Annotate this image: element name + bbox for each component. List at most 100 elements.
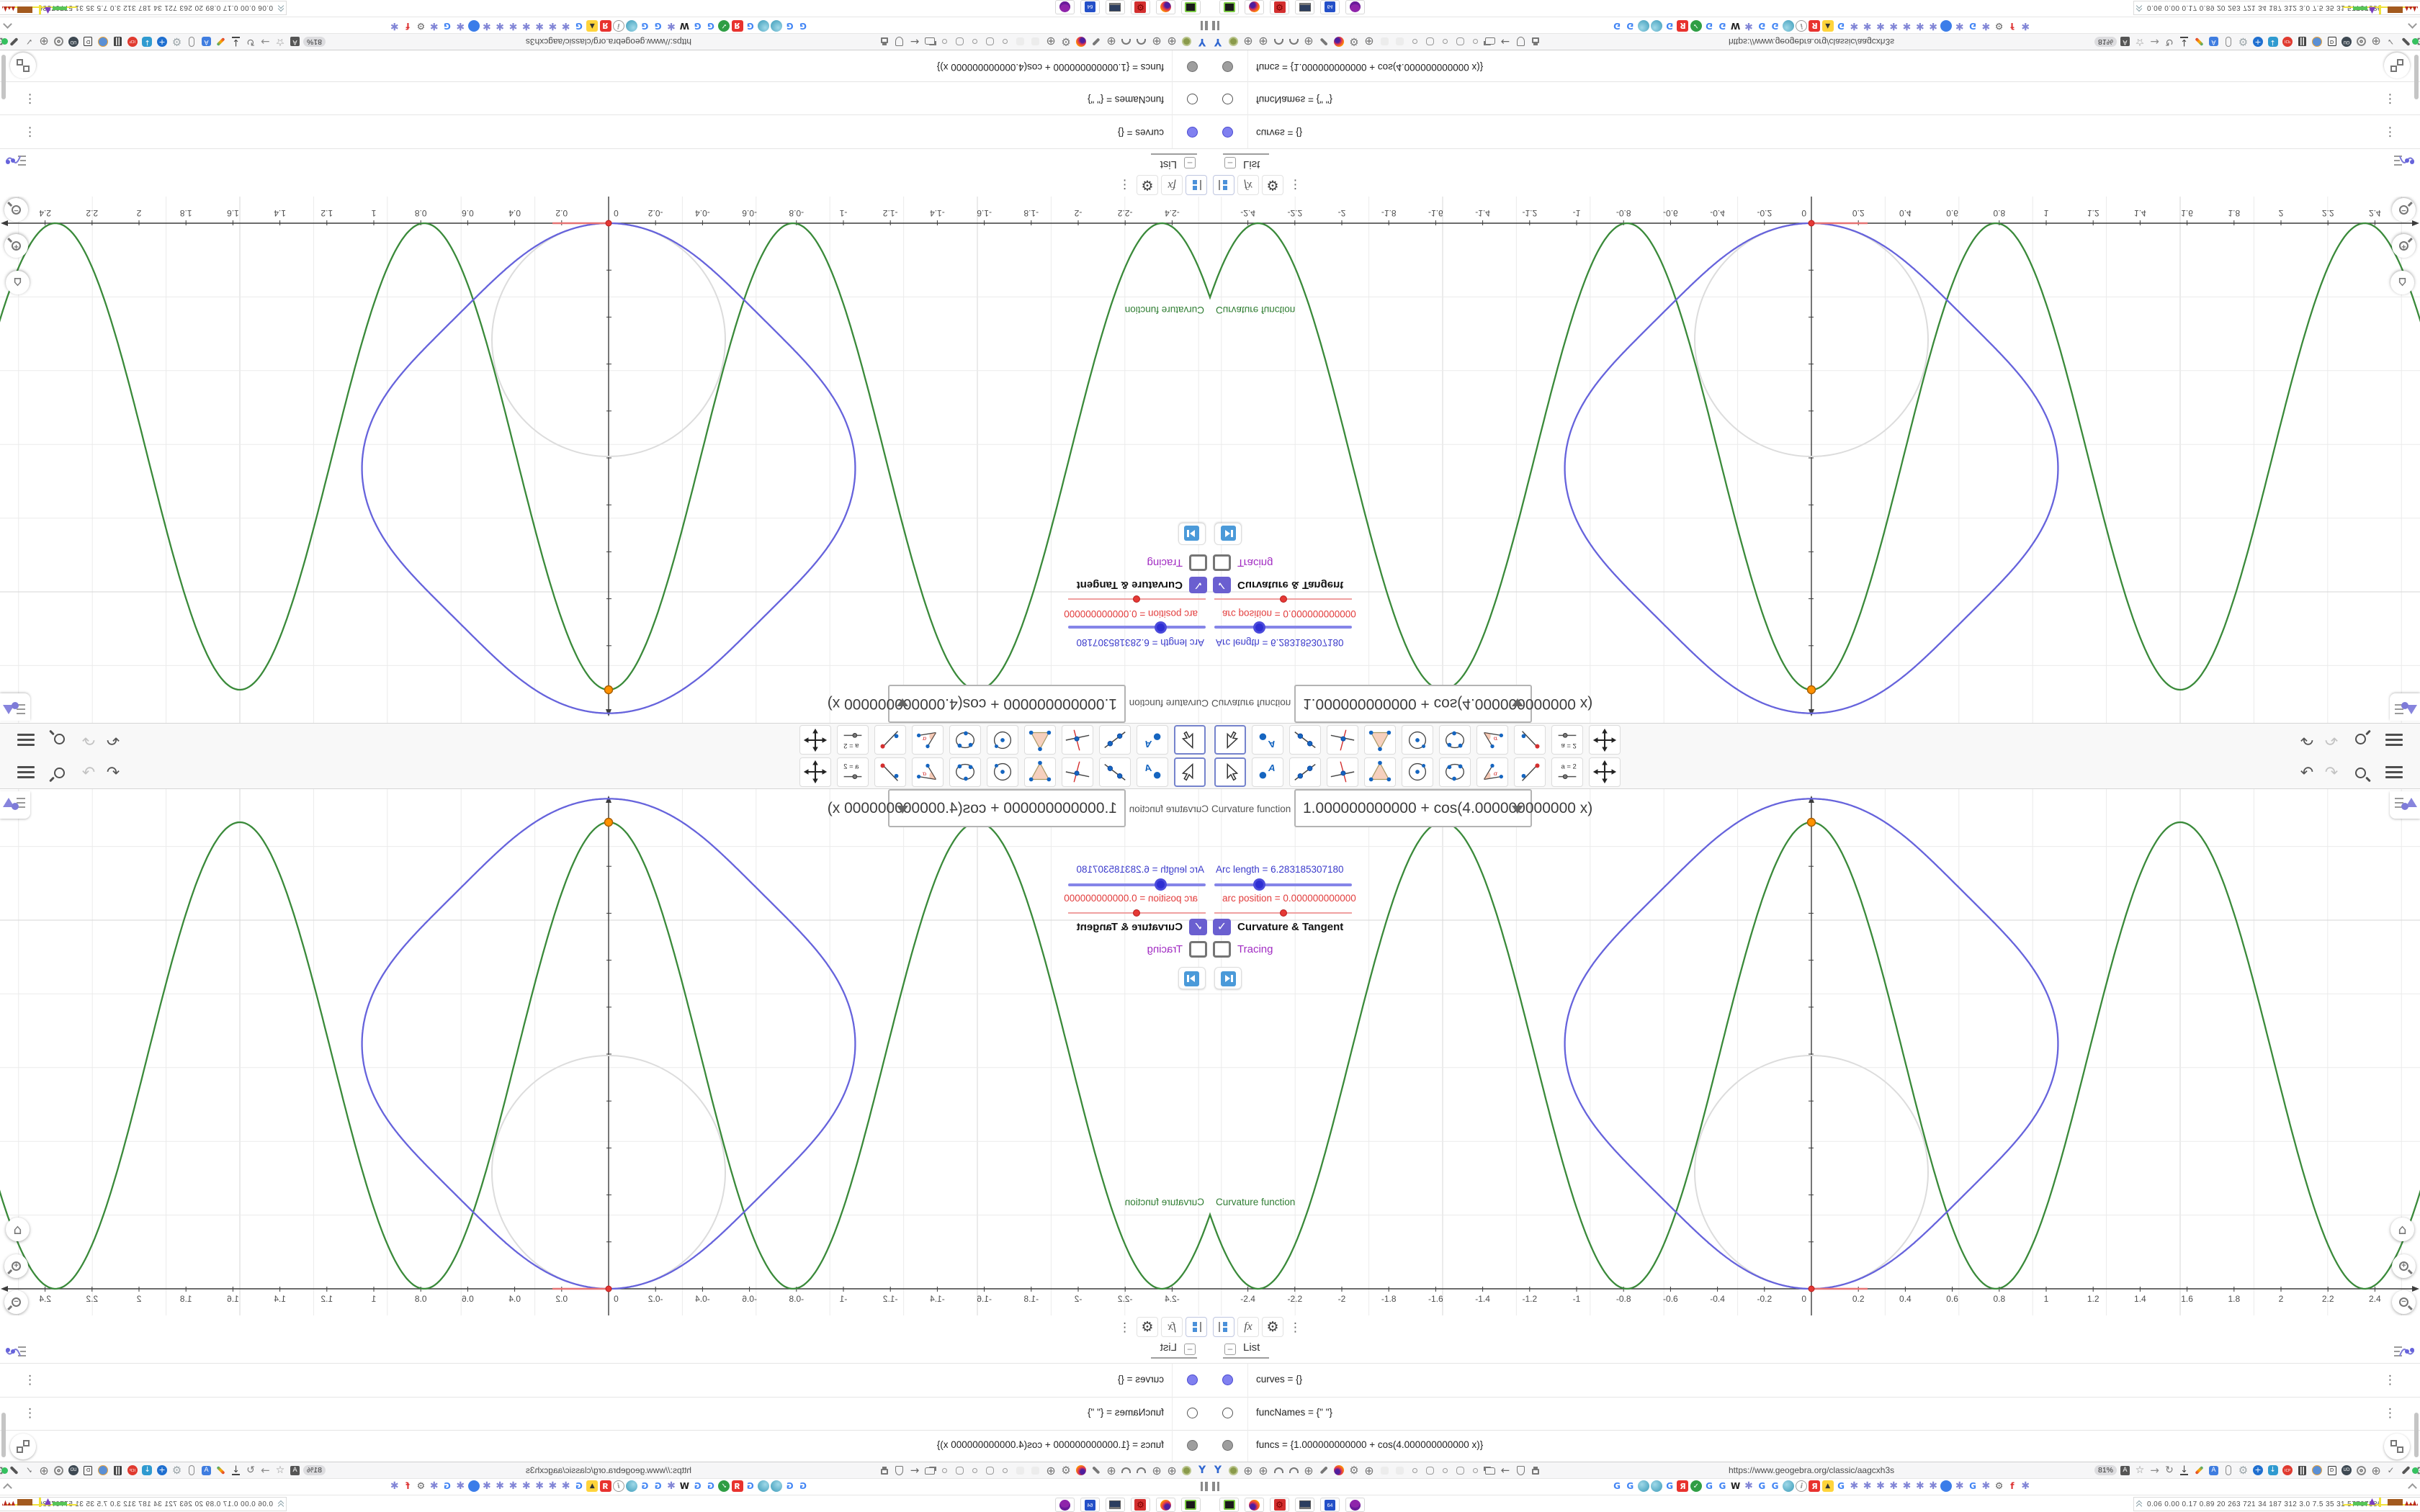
algebra-row[interactable]: curves = {} ⋮ xyxy=(0,1364,1210,1397)
favicon-google[interactable]: G xyxy=(653,1480,664,1492)
plot-canvas[interactable]: -2.4 -2.2 -2 -1.8 -1.6 -1.4 -1.2 -1 -0.8 -0.6 -0.4… xyxy=(1210,197,2420,723)
zoom-in-button[interactable]: + xyxy=(2392,234,2416,258)
translate-blue-icon[interactable]: A xyxy=(200,35,212,48)
favicon-flower[interactable]: ✱ xyxy=(534,20,545,32)
dot-large-icon[interactable] xyxy=(984,35,997,48)
pinned-tile-firefox[interactable] xyxy=(1245,1498,1264,1512)
favicon-flower[interactable]: ✱ xyxy=(1914,1480,1926,1492)
gauge-icon[interactable] xyxy=(1287,1464,1300,1477)
favicon-info[interactable]: i xyxy=(612,1480,624,1492)
kebab-icon[interactable]: ⋮ xyxy=(24,1406,36,1421)
algebra-row-text[interactable]: curves = {} xyxy=(1118,127,1164,138)
tool-perpendicular-line-icon[interactable] xyxy=(1062,725,1093,755)
tool-slider-icon[interactable]: a = 2 xyxy=(837,757,869,787)
favicon-google[interactable]: G xyxy=(745,20,756,32)
menu-icon[interactable] xyxy=(2385,763,2404,782)
plus-blue-icon[interactable]: + xyxy=(156,1464,169,1477)
chevron-up-icon[interactable] xyxy=(3,1483,12,1493)
kebab-icon[interactable]: ⋮ xyxy=(24,91,36,106)
algebra-stylebar-toggle[interactable] xyxy=(5,1341,27,1363)
pause-icon[interactable] xyxy=(1198,1482,1208,1495)
favicon-google[interactable]: G xyxy=(1835,1480,1847,1492)
tree-view-icon[interactable] xyxy=(1213,175,1234,195)
red-circle-icon[interactable]: ICP xyxy=(2281,35,2294,48)
favicon-google[interactable]: G xyxy=(705,20,717,32)
tool-move-icon[interactable] xyxy=(1174,757,1206,787)
star-icon[interactable]: ☆ xyxy=(2133,1464,2146,1477)
favicon-google[interactable]: G xyxy=(705,1480,717,1492)
zoom-out-button[interactable]: − xyxy=(4,1290,28,1314)
gear-icon[interactable]: ⚙ xyxy=(1059,35,1072,48)
function-input-box[interactable]: 1.000000000000 + cos(4.000000000000 x) xyxy=(1294,685,1592,723)
shield-icon[interactable] xyxy=(1514,35,1527,48)
algebra-stylebar-toggle[interactable] xyxy=(2393,1341,2415,1363)
favicon-wikipedia[interactable]: W xyxy=(678,1480,690,1492)
back-arrow-icon[interactable]: ← xyxy=(908,1464,921,1477)
tool-conic-through-points-icon[interactable] xyxy=(1439,757,1471,787)
globe-blue-icon[interactable] xyxy=(2311,35,2323,48)
favicon-flower[interactable]: ✱ xyxy=(1954,20,1966,32)
kebab-icon[interactable]: ⋮ xyxy=(1289,177,1301,192)
tool-move-graphics-view-icon[interactable] xyxy=(799,725,831,755)
folder-icon[interactable] xyxy=(1484,1464,1497,1477)
translate-blue-icon[interactable]: A xyxy=(2208,1464,2220,1477)
zoom-level-badge[interactable]: 81% xyxy=(302,1465,326,1475)
globe-icon[interactable]: ⊕ xyxy=(1363,1464,1376,1477)
favicon-gear-flower[interactable]: ⚙ xyxy=(415,20,426,32)
pinned-tile-red-gear[interactable]: ⚙ xyxy=(1270,0,1289,14)
trash-icon[interactable] xyxy=(2296,1464,2309,1477)
favicon-sphere[interactable] xyxy=(1782,20,1794,32)
badge-icon[interactable] xyxy=(2355,35,2368,48)
algebra-row-text[interactable]: funcs = {1.000000000000 + cos(4.00000000… xyxy=(1256,1439,1483,1450)
favicon-image[interactable]: ▲ xyxy=(586,20,599,32)
search-icon[interactable] xyxy=(2351,763,2370,782)
tree-view-icon[interactable] xyxy=(1186,175,1207,195)
favicon-image[interactable]: ▲ xyxy=(1821,20,1834,32)
translate-dark-icon[interactable]: A xyxy=(288,1464,301,1477)
dot-small-icon[interactable] xyxy=(969,35,982,48)
shield-ud-icon[interactable]: UD xyxy=(67,1464,80,1477)
tool-slider-icon[interactable]: a = 2 xyxy=(837,725,869,755)
scrollbar[interactable] xyxy=(2414,1413,2419,1457)
download-icon[interactable]: ↓ xyxy=(2178,35,2191,48)
pinned-tile-purple-bot[interactable] xyxy=(1055,0,1075,14)
gauge-icon[interactable] xyxy=(1135,35,1148,48)
favicon-f-italic[interactable]: f xyxy=(402,1480,413,1492)
algebra-row[interactable]: funcNames = {" "} ⋮ xyxy=(0,1397,1210,1430)
graphics-stylebar-toggle[interactable] xyxy=(2390,693,2420,721)
globe-icon[interactable]: ⊕ xyxy=(1105,35,1118,49)
algebra-row[interactable]: curves = {} ⋮ xyxy=(1210,1364,2420,1397)
favicon-google[interactable]: G xyxy=(1770,20,1781,32)
shield-icon[interactable] xyxy=(1514,1464,1527,1477)
down-blue-icon[interactable]: ↓ xyxy=(140,1464,153,1477)
forward-arrow-icon[interactable]: → xyxy=(2148,1464,2161,1477)
globe-icon[interactable]: ⊕ xyxy=(1165,1464,1178,1477)
favicon-google[interactable]: G xyxy=(1967,20,1978,32)
arc-position-slider-thumb[interactable] xyxy=(1133,595,1140,603)
favicon-sphere[interactable] xyxy=(1782,1480,1794,1492)
favicon-flower[interactable]: ✱ xyxy=(1743,20,1754,32)
pinned-tile-monitor[interactable] xyxy=(1106,0,1125,14)
favicon-blue-ball[interactable] xyxy=(467,20,480,32)
pinned-tile-purple-bot[interactable] xyxy=(1345,1498,1365,1512)
kebab-icon[interactable]: ⋮ xyxy=(1119,1320,1131,1335)
shield-icon[interactable] xyxy=(893,1464,906,1477)
favicon-flower[interactable]: ✱ xyxy=(1743,1480,1754,1492)
favicon-flower[interactable]: ✱ xyxy=(547,1480,558,1492)
globe-icon[interactable]: ⊕ xyxy=(1150,35,1163,49)
visibility-marble[interactable] xyxy=(1222,1440,1233,1451)
graphics-stylebar-toggle[interactable] xyxy=(0,693,30,721)
favicon-google[interactable]: G xyxy=(784,20,796,32)
favicon-flower[interactable]: ✱ xyxy=(481,20,493,32)
favicon-flower[interactable]: ✱ xyxy=(1901,1480,1913,1492)
favicon-image[interactable]: ▲ xyxy=(586,1480,599,1492)
graphics-view[interactable]: -2.4 -2.2 -2 -1.8 -1.6 -1.4 -1.2 -1 -0.8 -0.6 -0.4… xyxy=(1210,197,2420,723)
zoom-out-button[interactable]: − xyxy=(4,198,28,222)
globe-icon[interactable]: ⊕ xyxy=(2370,1464,2383,1477)
pinned-tile-drive-green[interactable] xyxy=(1219,0,1239,14)
dot-small-icon[interactable] xyxy=(999,1464,1012,1477)
favicon-flower[interactable]: ✱ xyxy=(1888,1480,1899,1492)
tool-line-through-red-point-icon[interactable] xyxy=(1514,757,1546,787)
favicon-google[interactable]: G xyxy=(1624,20,1636,32)
favicon-google[interactable]: G xyxy=(692,1480,704,1492)
